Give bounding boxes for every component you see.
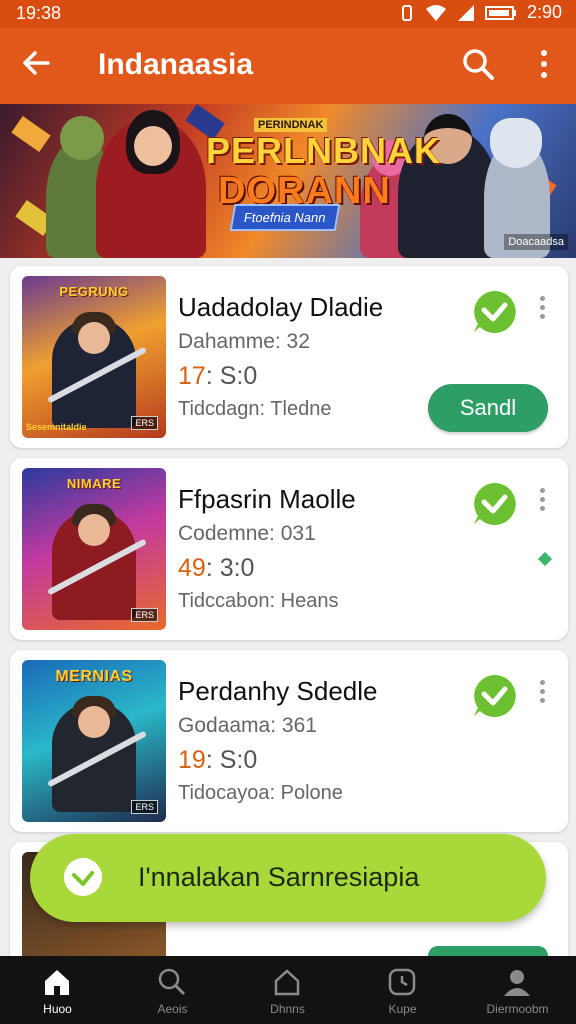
promo-banner[interactable]: PERINDNAK PERLNBNAK DORANN Ftoefnia Nann…	[0, 104, 576, 258]
check-badge-icon[interactable]	[470, 480, 518, 528]
signal-icon	[457, 4, 474, 21]
status-dot-icon	[537, 551, 553, 567]
battery-icon	[484, 5, 516, 20]
card-time-rest: : S:0	[205, 746, 258, 774]
thumbnail-logo: PEGRUNG	[59, 284, 129, 299]
card-menu-icon[interactable]	[536, 488, 548, 516]
card-time-highlight: 17	[178, 362, 206, 390]
clock-icon	[388, 968, 416, 996]
page-title: Indanaasia	[98, 48, 254, 81]
card-title: Ffpasrin Maolle	[178, 484, 356, 514]
card-subtitle: Godaama: 361	[178, 714, 317, 737]
thumbnail-hero-face	[78, 322, 110, 354]
app-bar: Indanaasia	[0, 28, 576, 104]
thumbnail-hero-face	[78, 706, 110, 738]
banner-title-line1: PERLNBNAK	[206, 130, 442, 171]
game-card[interactable]: NIMARE ERS Ffpasrin Maolle Codemne: 031 …	[10, 458, 568, 640]
bottom-navigation: Huoo Aeois Dhnns Kupe Diermoobm	[0, 956, 576, 1024]
check-badge-icon[interactable]	[470, 288, 518, 336]
nav-item-home[interactable]: Huoo	[0, 956, 115, 1024]
game-card[interactable]: MERNIAS ERS Perdanhy Sdedle Godaama: 361…	[10, 650, 568, 832]
card-footer: Tidcdagn: Tledne	[178, 398, 332, 420]
thumbnail-hero-face	[78, 514, 110, 546]
nav-item-games[interactable]: Dhnns	[230, 956, 345, 1024]
game-thumbnail: PEGRUNG Sesemnitaldie ERS	[22, 276, 166, 438]
check-circle-icon	[64, 858, 102, 896]
status-time: 19:38	[16, 3, 62, 23]
card-time-rest: : S:0	[205, 362, 258, 390]
card-footer: Tidccabon: Heans	[178, 590, 339, 612]
nav-item-profile[interactable]: Diermoobm	[460, 956, 575, 1024]
card-time: 19: S:0	[178, 746, 257, 775]
banner-creature-head	[60, 116, 104, 160]
house-outline-icon	[274, 969, 300, 996]
thumbnail-badge: ERS	[131, 416, 158, 430]
game-thumbnail: NIMARE ERS	[22, 468, 166, 630]
card-title: Uadadolay Dladie	[178, 292, 384, 322]
banner-corner-label: Doacaadsa	[504, 234, 568, 250]
profile-icon	[504, 970, 530, 996]
thumbnail-badge: ERS	[131, 608, 158, 622]
card-subtitle: Codemne: 031	[178, 522, 316, 545]
game-card[interactable]: PEGRUNG Sesemnitaldie ERS Uadadolay Dlad…	[10, 266, 568, 448]
search-icon	[158, 968, 186, 996]
banner-beast-head	[490, 118, 542, 168]
card-title: Perdanhy Sdedle	[178, 676, 378, 706]
more-vert-icon[interactable]	[534, 46, 554, 82]
banner-tagline: Ftoefnia Nann	[229, 204, 341, 231]
status-bar: 19:38 2:90	[0, 0, 576, 28]
card-time-highlight: 19	[178, 746, 206, 774]
toast-message: I'nnalakan Sarnresiapia	[138, 862, 420, 892]
card-subtitle: Dahamme: 32	[178, 330, 310, 353]
thumbnail-caption: Sesemnitaldie	[26, 422, 87, 432]
nav-label: Kupe	[388, 1002, 417, 1016]
banner-heroine-face	[134, 126, 172, 166]
banner-shard	[11, 116, 51, 152]
game-thumbnail: MERNIAS ERS	[22, 660, 166, 822]
nav-item-search[interactable]: Aeois	[115, 956, 230, 1024]
nav-label: Dhnns	[270, 1002, 305, 1016]
thumbnail-logo: MERNIAS	[55, 668, 133, 685]
check-badge-icon[interactable]	[470, 672, 518, 720]
search-icon[interactable]	[460, 46, 496, 82]
card-time-rest: : 3:0	[205, 554, 255, 582]
back-arrow-icon[interactable]	[20, 46, 54, 80]
card-menu-icon[interactable]	[536, 296, 548, 324]
success-toast[interactable]: I'nnalakan Sarnresiapia	[30, 834, 546, 922]
card-menu-icon[interactable]	[536, 680, 548, 708]
card-action-button[interactable]: Sandl	[428, 384, 548, 432]
nav-label: Diermoobm	[486, 1002, 549, 1016]
card-time: 49: 3:0	[178, 554, 254, 583]
nav-label: Aeois	[157, 1002, 188, 1016]
card-footer: Tidocayoa: Polone	[178, 782, 343, 804]
nav-label: Huoo	[43, 1002, 72, 1016]
status-icons: 2:90	[399, 2, 562, 23]
card-time-highlight: 49	[178, 554, 206, 582]
nav-item-support[interactable]: Kupe	[345, 956, 460, 1024]
battery-text: 2:90	[526, 2, 562, 22]
thumbnail-badge: ERS	[131, 800, 158, 814]
card-time: 17: S:0	[178, 362, 257, 391]
wifi-icon	[425, 4, 446, 21]
thumbnail-logo: NIMARE	[66, 476, 122, 491]
home-icon	[45, 970, 69, 995]
vibrate-icon	[401, 4, 412, 21]
